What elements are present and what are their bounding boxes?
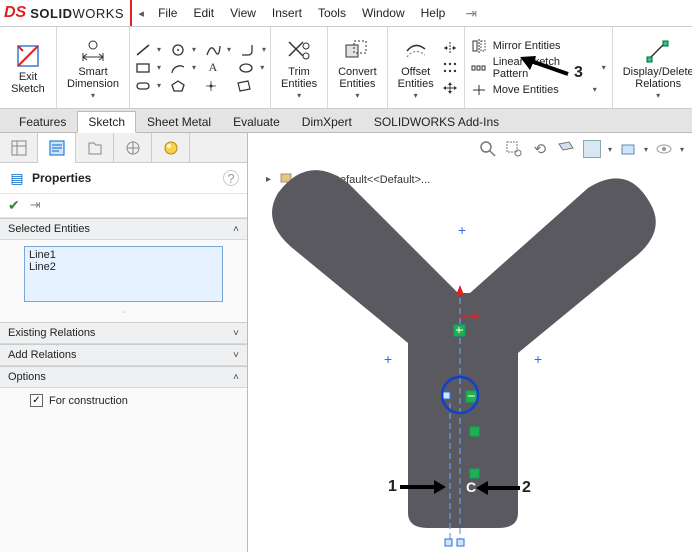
ds-logo-icon: DS <box>4 4 26 22</box>
offset-entities-button[interactable]: Offset Entities ▾ <box>392 35 440 100</box>
chevron-down-icon[interactable]: ▾ <box>593 85 597 94</box>
tab-sheet-metal[interactable]: Sheet Metal <box>136 111 222 132</box>
trim-entities-icon <box>285 37 313 65</box>
mirror-icon <box>471 38 487 54</box>
tab-dimxpert[interactable]: DimXpert <box>291 111 363 132</box>
menu-view[interactable]: View <box>222 0 264 27</box>
smart-dimension-icon <box>79 37 107 65</box>
trim-entities-button[interactable]: Trim Entities ▾ <box>275 35 323 100</box>
pattern-small-icon[interactable] <box>442 60 458 76</box>
arc-tool-icon[interactable] <box>169 60 187 76</box>
slot-tool-icon[interactable] <box>134 78 152 94</box>
annotation-label-c: C <box>466 479 476 495</box>
line-tool-icon[interactable] <box>134 42 152 58</box>
panel-tab-dimxpert-manager[interactable] <box>114 133 152 163</box>
panel-tab-feature-manager[interactable] <box>0 133 38 163</box>
chevron-up-icon: ˄ <box>233 224 239 235</box>
sketch-point-icon: + <box>534 351 542 367</box>
properties-icon: ▤ <box>8 169 26 187</box>
relations-icon <box>644 37 672 65</box>
annotation-label-3: 3 <box>574 64 583 82</box>
checkbox-checked-icon: ✓ <box>30 394 43 407</box>
help-icon[interactable]: ? <box>223 170 239 186</box>
chevron-up-icon: ˄ <box>233 372 239 383</box>
spline-tool-icon[interactable] <box>204 42 222 58</box>
chevron-down-icon: ˅ <box>233 350 239 361</box>
menu-file[interactable]: File <box>150 0 185 27</box>
menu-window[interactable]: Window <box>354 0 413 27</box>
tab-evaluate[interactable]: Evaluate <box>222 111 291 132</box>
mirror-small-icon[interactable] <box>442 40 458 56</box>
convert-entities-button[interactable]: Convert Entities ▾ <box>332 35 383 100</box>
for-construction-checkbox[interactable]: ✓ For construction <box>10 392 237 409</box>
offset-entities-icon <box>402 37 430 65</box>
panel-tab-config-manager[interactable] <box>76 133 114 163</box>
linear-pattern-icon <box>471 60 487 76</box>
chevron-down-icon[interactable]: ▾ <box>602 63 606 72</box>
tab-features[interactable]: Features <box>8 111 77 132</box>
chevron-down-icon[interactable]: ▾ <box>414 91 418 100</box>
ok-button[interactable]: ✔ <box>8 197 20 214</box>
chevron-down-icon[interactable]: ▾ <box>297 91 301 100</box>
chevron-down-icon: ˅ <box>233 328 239 339</box>
smart-dimension-button[interactable]: Smart Dimension ▾ <box>61 35 125 100</box>
sketch-tools-group: ▾ ▾ ▾ ▾ ▾ ▾ A ▾ ▾ <box>134 40 266 96</box>
selected-entities-header[interactable]: Selected Entities ˄ <box>0 219 247 240</box>
chevron-down-icon[interactable]: ▾ <box>355 91 359 100</box>
annotation-arrow-3 <box>516 54 572 80</box>
selected-entities-list[interactable]: Line1 Line2 <box>24 246 223 302</box>
circle-tool-icon[interactable] <box>169 42 187 58</box>
convert-entities-icon <box>343 37 371 65</box>
display-delete-relations-button[interactable]: Display/Delete Relations ▾ <box>617 35 692 100</box>
app-logo: DS SOLIDWORKS <box>0 0 132 26</box>
plane-tool-icon[interactable] <box>235 78 253 94</box>
move-entities-button[interactable]: Move Entities ▾ <box>471 81 597 99</box>
text-tool-icon[interactable]: A <box>204 60 222 76</box>
move-icon <box>471 82 487 98</box>
menu-help[interactable]: Help <box>413 0 454 27</box>
existing-relations-header[interactable]: Existing Relations ˅ <box>0 323 247 344</box>
tab-sketch[interactable]: Sketch <box>77 111 136 133</box>
tab-addins[interactable]: SOLIDWORKS Add-Ins <box>363 111 510 132</box>
graphics-area[interactable]: ⟲ ▾ ▾ ▾ ▸ Part1 (Default<<Default>... + … <box>248 133 692 552</box>
pin-menu-icon[interactable]: ⇥ <box>465 5 477 22</box>
mirror-entities-button[interactable]: Mirror Entities <box>471 37 561 55</box>
annotation-arrow-2 <box>474 477 522 499</box>
panel-title: Properties <box>32 171 91 185</box>
menu-tools[interactable]: Tools <box>310 0 354 27</box>
panel-tab-display-manager[interactable] <box>152 133 190 163</box>
point-tool-icon[interactable] <box>202 78 220 94</box>
panel-tab-property-manager[interactable] <box>38 133 76 163</box>
exit-sketch-icon <box>14 42 42 70</box>
list-item[interactable]: Line1 <box>27 249 220 261</box>
fillet-tool-icon[interactable] <box>239 42 257 58</box>
sketch-point-icon: + <box>384 351 392 367</box>
annotation-label-2: 2 <box>522 479 531 497</box>
rectangle-tool-icon[interactable] <box>134 60 152 76</box>
add-relations-header[interactable]: Add Relations ˅ <box>0 345 247 366</box>
menu-insert[interactable]: Insert <box>264 0 310 27</box>
exit-sketch-button[interactable]: Exit Sketch <box>4 40 52 95</box>
chevron-down-icon[interactable]: ▾ <box>91 91 95 100</box>
move-small-icon[interactable] <box>442 80 458 96</box>
resize-grip-icon[interactable]: ◦ <box>0 307 247 318</box>
pushpin-icon[interactable]: ⇥ <box>30 197 41 214</box>
options-header[interactable]: Options ˄ <box>0 367 247 388</box>
list-item[interactable]: Line2 <box>27 261 220 273</box>
ellipse-tool-icon[interactable] <box>237 60 255 76</box>
annotation-arrow-1 <box>398 475 448 497</box>
chevron-down-icon[interactable]: ▾ <box>656 91 660 100</box>
sketch-point-icon: + <box>458 222 466 238</box>
annotation-label-1: 1 <box>388 478 397 496</box>
menu-collapse-icon[interactable]: ◂ <box>132 7 150 20</box>
menu-edit[interactable]: Edit <box>185 0 222 27</box>
polygon-tool-icon[interactable] <box>169 78 187 94</box>
